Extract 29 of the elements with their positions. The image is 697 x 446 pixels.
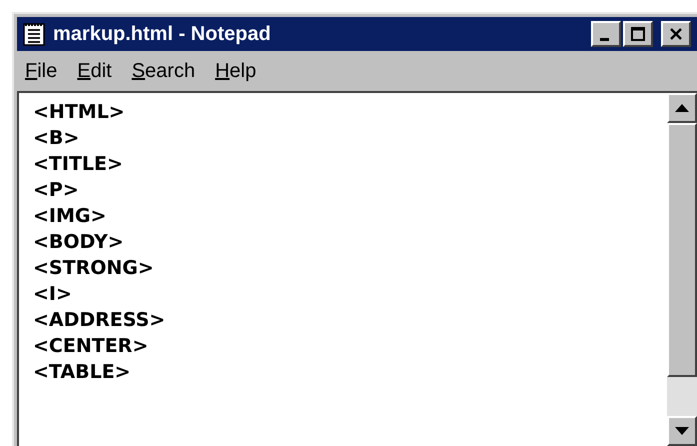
code-line: <P> [33, 178, 80, 203]
code-line: <HTML> [33, 100, 126, 125]
code-line: <IMG> [33, 204, 108, 229]
code-line: <I> [33, 282, 73, 307]
code-line: <CENTER> [33, 334, 150, 359]
code-line: <ADDRESS> [33, 308, 166, 333]
code-line: <TABLE> [33, 360, 132, 385]
maximize-icon [630, 26, 646, 42]
minimize-button[interactable] [591, 21, 621, 47]
scrollbar-thumb[interactable] [667, 123, 697, 377]
menu-item[interactable]: File [25, 56, 58, 86]
notepad-icon [23, 22, 45, 46]
code-line: <B> [33, 126, 80, 151]
vertical-scrollbar[interactable] [667, 93, 697, 446]
code-line: <TITLE> [33, 152, 124, 177]
maximize-button[interactable] [623, 21, 653, 47]
scroll-up-button[interactable] [667, 93, 697, 123]
window-title: markup.html - Notepad [53, 22, 271, 47]
minimize-icon [600, 38, 608, 40]
up-arrow-icon [675, 104, 689, 112]
scroll-down-button[interactable] [667, 416, 697, 446]
menu-item[interactable]: Edit [77, 56, 112, 86]
code-line: <STRONG> [33, 256, 155, 281]
code-line: <BODY> [33, 230, 125, 255]
close-button[interactable] [661, 21, 691, 47]
menu-item[interactable]: Search [132, 56, 196, 86]
close-icon [668, 26, 684, 42]
down-arrow-icon [675, 427, 689, 435]
menu-item[interactable]: Help [215, 56, 256, 86]
